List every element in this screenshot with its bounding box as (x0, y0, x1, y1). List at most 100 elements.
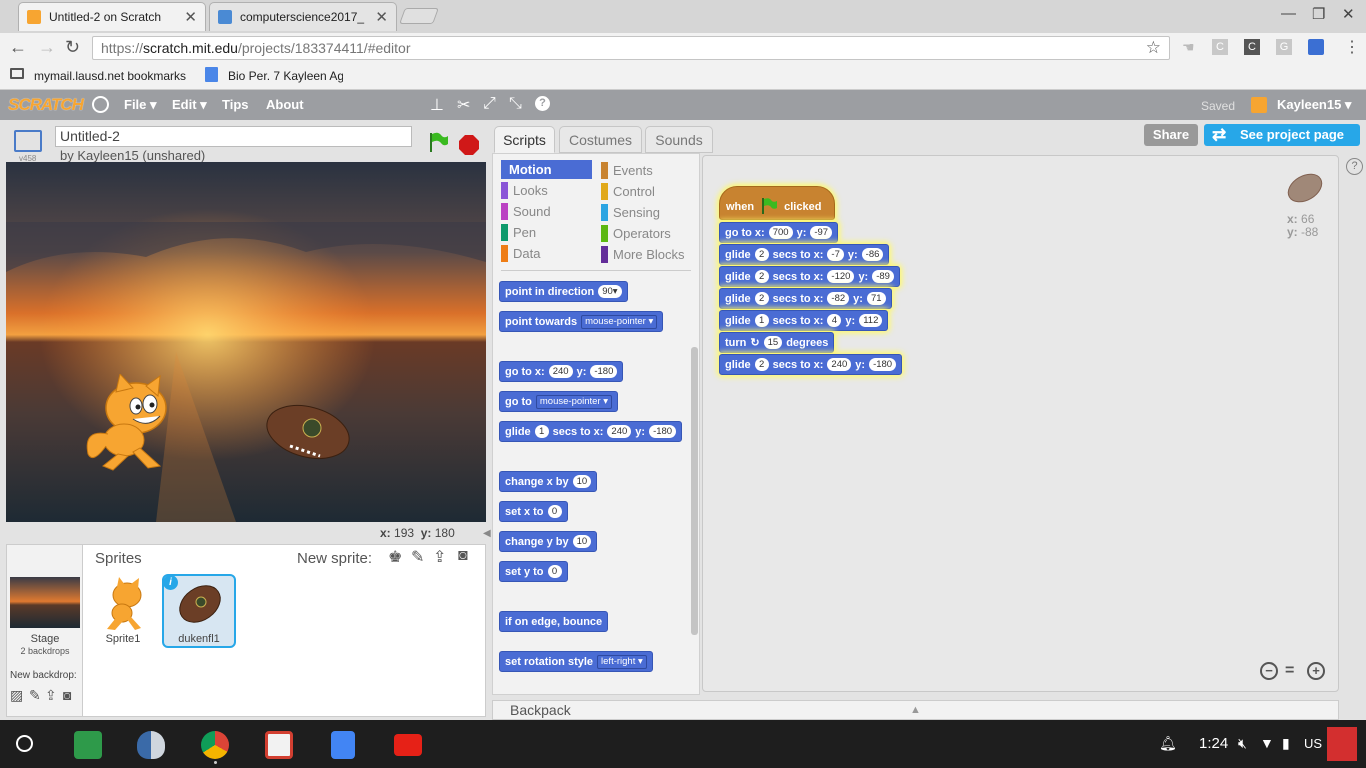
script-glide-1[interactable]: glide 2 secs to x: -7 y: -86 (719, 244, 890, 265)
category-events[interactable]: Events (601, 161, 699, 179)
sprite-thumb-dukenfl1[interactable]: i dukenfl1 (162, 574, 236, 648)
stop-sign-icon[interactable] (458, 134, 480, 159)
script-turn[interactable]: turn ↻ 15 degrees (719, 332, 835, 353)
block-set-y[interactable]: set y to 0 (499, 561, 568, 582)
scratch-logo[interactable]: SCRATCH (8, 95, 84, 115)
sprite-thumb-sprite1[interactable]: Sprite1 (87, 575, 159, 647)
battery-icon[interactable]: ▮ (1282, 735, 1290, 752)
youtube-app-icon[interactable] (394, 734, 422, 756)
menu-file[interactable]: File ▾ (124, 97, 157, 113)
menu-about[interactable]: About (266, 97, 304, 112)
category-operators[interactable]: Operators (601, 224, 699, 242)
sprite-library-icon[interactable]: ♚ (388, 547, 402, 567)
close-tab-icon[interactable]: ✕ (375, 8, 388, 26)
block-when-flag-clicked[interactable]: when clicked (719, 186, 835, 220)
zoom-out-icon[interactable]: − (1260, 662, 1278, 680)
block-go-to-xy[interactable]: go to x: 240 y: -180 (499, 361, 624, 382)
zoom-in-icon[interactable]: + (1307, 662, 1325, 680)
extension-blue-icon[interactable] (1308, 39, 1324, 55)
maximize-icon[interactable]: ❐ (1312, 5, 1325, 23)
share-button[interactable]: Share (1144, 124, 1198, 146)
block-change-y[interactable]: change y by 10 (499, 531, 598, 552)
user-menu[interactable]: Kayleen15 ▾ (1277, 97, 1351, 113)
close-window-icon[interactable]: ✕ (1342, 5, 1355, 23)
mute-icon[interactable]: 🔇︎ (1238, 735, 1247, 752)
language-globe-icon[interactable] (92, 96, 109, 113)
project-title-input[interactable]: Untitled-2 (55, 126, 412, 147)
category-data[interactable]: Data (501, 244, 592, 262)
camera-backdrop-icon[interactable]: ◙ (63, 687, 71, 703)
cat-sprite[interactable] (78, 374, 174, 474)
block-set-x[interactable]: set x to 0 (499, 501, 568, 522)
tab-costumes[interactable]: Costumes (559, 126, 642, 153)
paint-backdrop-icon[interactable]: ✎ (29, 687, 41, 704)
extension-hand-icon[interactable]: ☚ (1182, 39, 1195, 56)
user-account-avatar[interactable] (1327, 727, 1357, 761)
chrome-menu-icon[interactable]: ⋮ (1344, 37, 1360, 57)
wifi-icon[interactable]: ▼ (1260, 735, 1274, 751)
help-tips-icon[interactable]: ? (1346, 158, 1363, 175)
bookmark-bio[interactable]: Bio Per. 7 Kayleen Ag (228, 69, 343, 83)
bookmark-star-icon[interactable]: ☆ (1146, 38, 1161, 58)
block-point-in-direction[interactable]: point in direction 90▾ (499, 281, 628, 302)
extension-c2-icon[interactable]: C (1244, 39, 1260, 55)
script-glide-2[interactable]: glide 2 secs to x: -120 y: -89 (719, 266, 900, 287)
menu-edit[interactable]: Edit ▾ (172, 97, 207, 113)
collapse-arrow-icon[interactable]: ◀ (483, 528, 491, 539)
classroom-app-icon[interactable] (74, 731, 102, 759)
shield-app-icon[interactable] (137, 731, 165, 759)
grow-icon[interactable]: ⤢ (483, 95, 496, 113)
docs-app-icon[interactable] (331, 731, 355, 759)
reload-icon[interactable]: ↻ (65, 37, 80, 58)
back-icon[interactable]: ← (9, 37, 27, 58)
upload-backdrop-icon[interactable]: ⇪ (45, 687, 57, 704)
new-tab-button[interactable] (399, 8, 439, 24)
tab-scratch[interactable]: Untitled-2 on Scratch ✕ (18, 2, 206, 31)
tab-sounds[interactable]: Sounds (645, 126, 713, 153)
stage-canvas[interactable] (6, 162, 486, 522)
cut-scissors-icon[interactable]: ✂ (457, 95, 470, 115)
url-input[interactable]: https://scratch.mit.edu/projects/1833744… (92, 36, 1170, 60)
block-point-towards[interactable]: point towards mouse-pointer ▾ (499, 311, 664, 332)
fullscreen-icon[interactable] (14, 130, 42, 152)
football-sprite[interactable] (260, 402, 356, 464)
gmail-app-icon[interactable] (265, 731, 293, 759)
chrome-app-icon[interactable] (201, 731, 229, 759)
tab-computerscience[interactable]: computerscience2017_ ✕ (209, 2, 397, 31)
backpack-expand-icon[interactable]: ▲ (910, 701, 921, 720)
category-sound[interactable]: Sound (501, 202, 592, 220)
category-pen[interactable]: Pen (501, 223, 592, 241)
see-project-page-button[interactable]: ⇄ See project page (1204, 124, 1360, 146)
upload-sprite-icon[interactable]: ⇪ (433, 547, 446, 567)
category-motion[interactable]: Motion (501, 160, 592, 179)
block-change-x[interactable]: change x by 10 (499, 471, 598, 492)
input-locale[interactable]: US (1304, 736, 1322, 751)
shrink-icon[interactable]: ⤡ (509, 95, 522, 113)
category-sensing[interactable]: Sensing (601, 203, 699, 221)
stage-thumbnail[interactable] (10, 577, 80, 628)
forward-icon[interactable]: → (38, 37, 56, 58)
script-glide-5[interactable]: glide 2 secs to x: 240 y: -180 (719, 354, 903, 375)
user-avatar[interactable] (1251, 97, 1267, 113)
palette-scrollbar[interactable] (691, 347, 698, 635)
extension-c-icon[interactable]: C (1212, 39, 1228, 55)
category-more-blocks[interactable]: More Blocks (601, 245, 699, 263)
backpack-bar[interactable]: Backpack ▲ (492, 700, 1339, 720)
tab-scripts[interactable]: Scripts (494, 126, 555, 153)
notification-bell-icon[interactable]: 🔔︎ (1159, 735, 1177, 752)
block-if-on-edge-bounce[interactable]: if on edge, bounce (499, 611, 609, 632)
minimize-icon[interactable]: — (1281, 5, 1296, 22)
green-flag-icon[interactable] (428, 131, 448, 156)
paint-new-sprite-icon[interactable]: ✎ (411, 547, 424, 567)
zoom-reset-icon[interactable]: = (1285, 662, 1294, 680)
block-set-rotation-style[interactable]: set rotation style left-right ▾ (499, 651, 653, 672)
camera-icon[interactable]: ◙ (458, 547, 468, 565)
menu-tips[interactable]: Tips (222, 97, 249, 112)
script-glide-4[interactable]: glide 1 secs to x: 4 y: 112 (719, 310, 889, 331)
script-glide-3[interactable]: glide 2 secs to x: -82 y: 71 (719, 288, 892, 309)
launcher-icon[interactable] (16, 735, 33, 752)
clock[interactable]: 1:24 (1199, 735, 1228, 752)
block-glide[interactable]: glide 1 secs to x: 240 y: -180 (499, 421, 683, 442)
backdrop-library-icon[interactable]: ▨ (10, 687, 23, 704)
block-help-icon[interactable]: ? (535, 96, 550, 111)
